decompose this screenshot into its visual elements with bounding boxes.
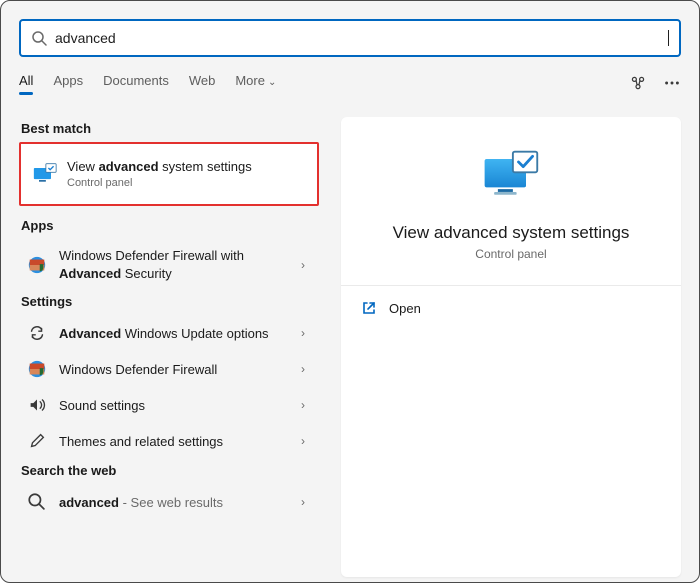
more-options-icon[interactable] xyxy=(663,74,681,92)
best-match-title-pre: View xyxy=(67,159,99,174)
search-box[interactable]: advanced xyxy=(19,19,681,57)
action-open-label: Open xyxy=(389,301,421,316)
search-icon xyxy=(31,30,47,46)
chevron-right-icon: › xyxy=(301,398,309,412)
sync-arrows-icon xyxy=(27,323,47,343)
results-body: Best match View advanced system setti xyxy=(1,101,699,582)
share-icon[interactable] xyxy=(629,74,647,92)
section-apps: Apps xyxy=(19,214,331,239)
result-firewall[interactable]: Windows Defender Firewall › xyxy=(19,351,319,387)
preview-title: View advanced system settings xyxy=(357,223,665,243)
result-themes[interactable]: Themes and related settings › xyxy=(19,423,319,459)
search-bar-region: advanced xyxy=(1,1,699,67)
tab-web[interactable]: Web xyxy=(189,73,216,94)
best-match-title-post: system settings xyxy=(159,159,252,174)
section-settings: Settings xyxy=(19,290,331,315)
result-firewall-advanced[interactable]: Windows Defender Firewall with Advanced … xyxy=(19,239,319,290)
filter-tabs: All Apps Documents Web More⌄ xyxy=(19,73,276,94)
result-sound-settings[interactable]: Sound settings › xyxy=(19,387,319,423)
result-windows-update-advanced[interactable]: Advanced Windows Update options › xyxy=(19,315,319,351)
preview-subtitle: Control panel xyxy=(357,247,665,261)
tab-more-label: More xyxy=(235,73,265,88)
chevron-right-icon: › xyxy=(301,362,309,376)
preview-icon xyxy=(357,141,665,203)
speaker-icon xyxy=(27,395,47,415)
search-input[interactable]: advanced xyxy=(55,30,669,46)
preview-card: View advanced system settings Control pa… xyxy=(341,117,681,577)
best-match-subtitle: Control panel xyxy=(67,176,303,191)
chevron-right-icon: › xyxy=(301,326,309,340)
monitor-check-icon xyxy=(33,163,55,185)
result-sound-text: Sound settings xyxy=(59,397,289,415)
paintbrush-icon xyxy=(27,431,47,451)
action-open[interactable]: Open xyxy=(357,286,665,330)
result-windows-update-advanced-text: Advanced Windows Update options xyxy=(59,325,289,343)
results-list: Best match View advanced system setti xyxy=(1,101,331,582)
best-match-text: View advanced system settings Control pa… xyxy=(67,158,303,190)
best-match-result[interactable]: View advanced system settings Control pa… xyxy=(19,142,319,206)
top-right-controls xyxy=(629,74,681,92)
chevron-right-icon: › xyxy=(301,495,309,509)
filter-tabs-row: All Apps Documents Web More⌄ xyxy=(1,67,699,99)
result-web-search[interactable]: advanced - See web results › xyxy=(19,484,319,520)
open-external-icon xyxy=(361,300,377,316)
result-firewall-text: Windows Defender Firewall xyxy=(59,361,289,379)
tab-apps[interactable]: Apps xyxy=(53,73,83,94)
section-search-web: Search the web xyxy=(19,459,331,484)
best-match-title-bold: advanced xyxy=(99,159,159,174)
result-themes-text: Themes and related settings xyxy=(59,433,289,451)
firewall-shield-icon xyxy=(27,255,47,275)
result-web-search-text: advanced - See web results xyxy=(59,494,289,512)
result-firewall-advanced-text: Windows Defender Firewall with Advanced … xyxy=(59,247,289,282)
start-search-window: advanced All Apps Documents Web More⌄ xyxy=(0,0,700,583)
chevron-down-icon: ⌄ xyxy=(268,77,276,88)
text-caret xyxy=(668,30,669,46)
chevron-right-icon: › xyxy=(301,258,309,272)
chevron-right-icon: › xyxy=(301,434,309,448)
section-best-match: Best match xyxy=(19,117,331,142)
search-icon xyxy=(27,492,47,512)
firewall-shield-icon xyxy=(27,359,47,379)
tab-more[interactable]: More⌄ xyxy=(235,73,276,94)
tab-all[interactable]: All xyxy=(19,73,33,94)
preview-pane: View advanced system settings Control pa… xyxy=(331,101,699,582)
tab-documents[interactable]: Documents xyxy=(103,73,169,94)
